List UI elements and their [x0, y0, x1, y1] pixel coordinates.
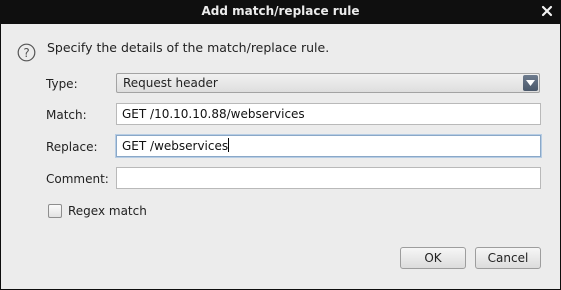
text-caret [228, 138, 230, 152]
replace-input-value: GET /webservices [122, 139, 229, 153]
regex-match-checkbox[interactable] [48, 204, 62, 218]
match-input[interactable]: GET /10.10.10.88/webservices [116, 103, 541, 125]
window-titlebar[interactable]: Add match/replace rule [0, 0, 561, 24]
match-label: Match: [46, 108, 87, 122]
type-label: Type: [46, 77, 78, 91]
replace-input[interactable]: GET /webservices [116, 135, 541, 157]
type-dropdown[interactable]: Request header [116, 73, 540, 93]
svg-text:?: ? [23, 46, 29, 60]
dialog-description: Specify the details of the match/replace… [47, 40, 330, 55]
cancel-button[interactable]: Cancel [475, 247, 541, 269]
chevron-down-icon[interactable] [523, 75, 538, 91]
ok-button[interactable]: OK [400, 247, 466, 269]
replace-label: Replace: [46, 140, 98, 154]
type-selected-value: Request header [123, 76, 218, 90]
comment-label: Comment: [46, 172, 109, 186]
window-title: Add match/replace rule [201, 4, 360, 18]
comment-input[interactable] [116, 167, 541, 189]
question-circle-icon: ? [17, 43, 36, 62]
close-icon[interactable] [539, 3, 555, 19]
regex-match-label[interactable]: Regex match [68, 204, 147, 218]
